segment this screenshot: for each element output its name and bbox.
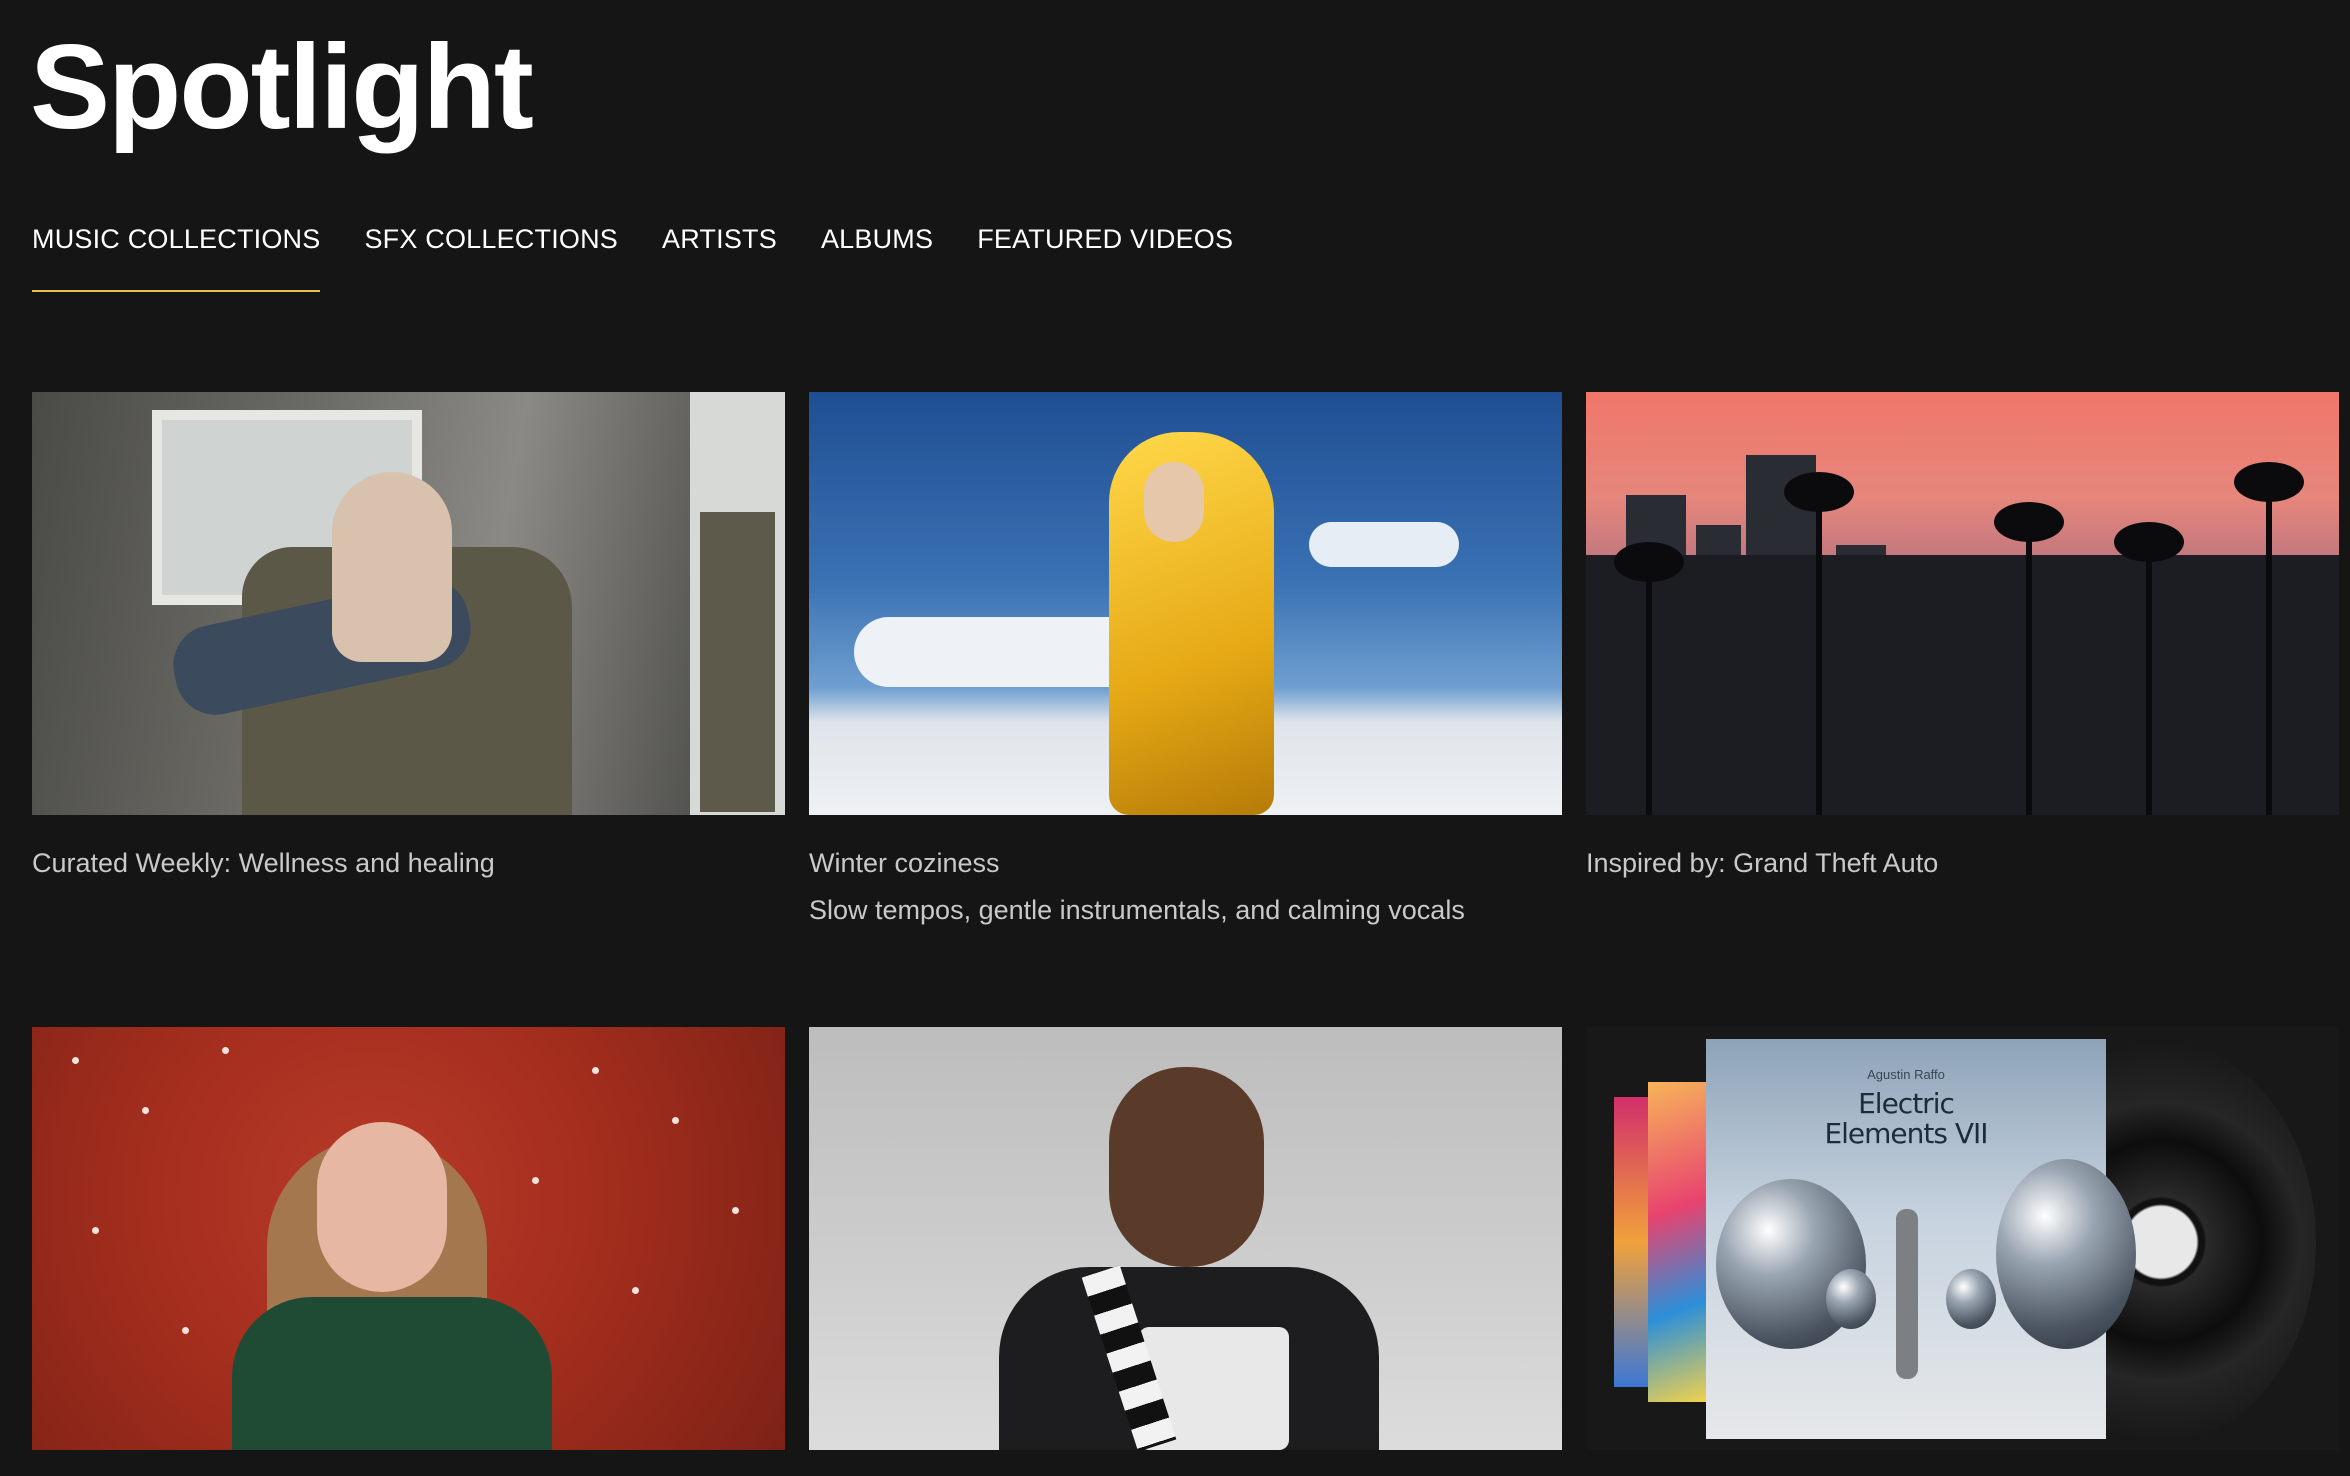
album-cover-back (1648, 1082, 1708, 1402)
thumbnail-snowflake (732, 1207, 739, 1214)
thumbnail-snowflake (632, 1287, 639, 1294)
thumbnail-mirror (700, 512, 775, 812)
thumbnail-snowflake (142, 1107, 149, 1114)
collection-card-gta[interactable]: Inspired by: Grand Theft Auto (1586, 392, 2339, 883)
thumbnail-palm-crown (1784, 472, 1854, 512)
collection-card-wellness[interactable]: Curated Weekly: Wellness and healing (32, 392, 785, 883)
thumbnail-palm (2026, 515, 2032, 815)
figure-silhouette (1896, 1209, 1918, 1379)
thumbnail-city (1586, 555, 2339, 815)
thumbnail-palm-crown (2234, 462, 2304, 502)
thumbnail-person (332, 472, 452, 662)
collection-thumbnail[interactable]: Agustin Raffo Electric Elements VII (1586, 1027, 2339, 1450)
album-title: Electric Elements VII (1706, 1089, 2106, 1149)
chrome-sphere (1996, 1159, 2136, 1349)
thumbnail-palm-crown (2114, 522, 2184, 562)
thumbnail-palm (1816, 485, 1822, 815)
collection-caption[interactable]: Inspired by: Grand Theft Auto (1586, 843, 2339, 883)
thumbnail-palm-crown (1994, 502, 2064, 542)
collection-thumbnail[interactable] (1586, 392, 2339, 815)
collection-caption[interactable]: Curated Weekly: Wellness and healing (32, 843, 785, 883)
thumbnail-snowflake (182, 1327, 189, 1334)
page-title: Spotlight (30, 20, 534, 154)
tab-sfx-collections[interactable]: SFX COLLECTIONS (364, 210, 618, 292)
collection-caption[interactable]: Winter coziness (809, 843, 1562, 883)
tab-albums[interactable]: ALBUMS (821, 210, 933, 292)
album-title-line: Elements VII (1824, 1117, 1988, 1150)
thumbnail-palm-crown (1614, 542, 1684, 582)
thumbnail-sweater (232, 1297, 552, 1450)
collection-card-red-snow[interactable] (32, 1027, 785, 1450)
thumbnail-cloud (854, 617, 1144, 687)
album-cover: Agustin Raffo Electric Elements VII (1706, 1039, 2136, 1439)
collection-thumbnail[interactable] (32, 392, 785, 815)
album-title-line: Electric (1858, 1087, 1955, 1120)
thumbnail-cloud (1309, 522, 1459, 567)
tab-featured-videos[interactable]: FEATURED VIDEOS (977, 210, 1233, 292)
collection-card-albums[interactable]: Agustin Raffo Electric Elements VII (1586, 1027, 2339, 1450)
thumbnail-snowflake (672, 1117, 679, 1124)
tab-artists[interactable]: ARTISTS (662, 210, 777, 292)
collection-thumbnail[interactable] (809, 1027, 1562, 1450)
chrome-sphere (1826, 1269, 1876, 1329)
thumbnail-snowflake (222, 1047, 229, 1054)
collection-card-winter[interactable]: Winter coziness Slow tempos, gentle inst… (809, 392, 1562, 930)
album-artist: Agustin Raffo (1867, 1067, 1945, 1082)
thumbnail-palm (2146, 535, 2152, 815)
thumbnail-snowflake (72, 1057, 79, 1064)
thumbnail-snowflake (592, 1067, 599, 1074)
thumbnail-snowflake (92, 1227, 99, 1234)
thumbnail-palm (1646, 555, 1652, 815)
thumbnail-snowflake (532, 1177, 539, 1184)
thumbnail-palm (2266, 475, 2272, 815)
collection-subtitle: Slow tempos, gentle instrumentals, and c… (809, 895, 1465, 925)
collection-thumbnail[interactable] (809, 392, 1562, 815)
chrome-sphere (1946, 1269, 1996, 1329)
spotlight-page: Spotlight MUSIC COLLECTIONS SFX COLLECTI… (0, 0, 2350, 1476)
thumbnail-head (1109, 1067, 1264, 1267)
tab-music-collections[interactable]: MUSIC COLLECTIONS (32, 210, 321, 292)
thumbnail-face (317, 1122, 447, 1292)
collection-card-artist[interactable] (809, 1027, 1562, 1450)
collection-tabs: MUSIC COLLECTIONS SFX COLLECTIONS ARTIST… (32, 210, 1233, 292)
thumbnail-face (1144, 462, 1204, 542)
collection-thumbnail[interactable] (32, 1027, 785, 1450)
